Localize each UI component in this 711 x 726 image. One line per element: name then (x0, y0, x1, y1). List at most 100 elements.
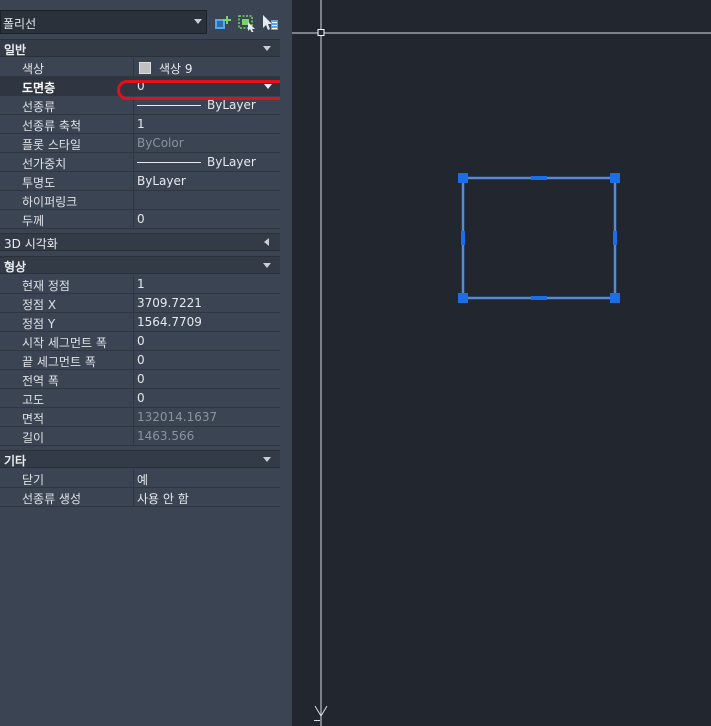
column-divider (133, 294, 134, 313)
property-label: 전역 폭 (22, 374, 59, 388)
property-row[interactable]: 색상 색상 9 (0, 58, 280, 77)
property-value[interactable]: 0 (137, 212, 145, 226)
drawing-canvas[interactable] (292, 0, 711, 726)
property-value-text: 1564.7709 (137, 315, 202, 329)
property-row[interactable]: 정점 X 3709.7221 (0, 294, 280, 313)
section-title: 일반 (4, 43, 27, 57)
property-label: 도면층 (22, 81, 56, 95)
vertex-grip[interactable] (610, 173, 620, 183)
column-divider (133, 408, 134, 427)
column-divider (133, 210, 134, 229)
property-value[interactable]: 0 (137, 391, 145, 405)
property-value[interactable]: 1564.7709 (137, 315, 202, 329)
property-value[interactable]: 예 (137, 471, 148, 488)
property-value-text: 0 (137, 391, 145, 405)
midpoint-grip[interactable] (531, 296, 547, 300)
property-label: 고도 (22, 393, 45, 407)
column-divider (133, 488, 134, 507)
property-value[interactable]: 3709.7221 (137, 296, 202, 310)
property-label: 하이퍼링크 (22, 195, 78, 209)
property-label: 선종류 (22, 100, 56, 114)
property-row[interactable]: 하이퍼링크 (0, 191, 280, 210)
property-row[interactable]: 선종류 생성 사용 안 함 (0, 488, 280, 507)
property-value-text: 예 (137, 473, 149, 487)
section-title: 3D 시각화 (4, 237, 58, 251)
property-value[interactable]: 1 (137, 117, 145, 131)
chevron-left-icon[interactable] (264, 238, 269, 246)
column-divider (133, 389, 134, 408)
ucs-axis-mark (314, 720, 320, 721)
property-row[interactable]: 선종류 축척 1 (0, 115, 280, 134)
property-row[interactable]: 두께 0 (0, 210, 280, 229)
toggle-pickadd-icon[interactable] (260, 14, 280, 32)
property-row[interactable]: 끝 세그먼트 폭 0 (0, 351, 280, 370)
select-objects-icon[interactable] (237, 14, 257, 32)
vertex-grip[interactable] (458, 173, 468, 183)
property-row[interactable]: 면적 132014.1637 (0, 408, 280, 427)
object-type-dropdown[interactable]: 폴리선 (0, 10, 207, 34)
property-row[interactable]: 시작 세그먼트 폭 0 (0, 332, 280, 351)
chevron-down-icon[interactable] (263, 457, 271, 462)
pickbox-icon (317, 29, 325, 36)
property-value[interactable]: 1 (137, 277, 145, 291)
property-row[interactable]: 선가중치 ByLayer (0, 153, 280, 172)
column-divider (133, 370, 134, 389)
property-value[interactable]: 0 (137, 353, 145, 367)
property-value[interactable]: 0 (137, 334, 145, 348)
column-divider (133, 469, 134, 488)
property-value-text: 0 (137, 353, 145, 367)
property-value-text: 3709.7221 (137, 296, 202, 310)
property-value-text: 색상 9 (159, 62, 193, 76)
column-divider (133, 115, 134, 134)
section-general-header[interactable]: 일반 (0, 39, 280, 57)
section-misc-header[interactable]: 기타 (0, 450, 280, 468)
property-value-text: 0 (137, 212, 145, 226)
property-value[interactable]: ByLayer (137, 155, 256, 169)
property-value[interactable]: 0 (137, 372, 145, 386)
chevron-down-icon[interactable] (263, 46, 271, 51)
vertex-grip[interactable] (610, 293, 620, 303)
column-divider (133, 275, 134, 294)
column-divider (133, 153, 134, 172)
column-divider (133, 313, 134, 332)
midpoint-grip[interactable] (613, 231, 617, 245)
property-value[interactable]: ByColor (137, 136, 184, 150)
property-label: 길이 (22, 431, 45, 445)
selected-polyline-rectangle[interactable] (461, 176, 617, 300)
properties-palette: 폴리선 일반 색상 색상 9 도면층 0 선종류 ByLayer 선종류 축척 1 플롯 스타일… (0, 0, 295, 726)
section-3d-visualization-header[interactable]: 3D 시각화 (0, 233, 280, 251)
property-value-text: ByLayer (207, 155, 256, 169)
property-value-text: 0 (137, 372, 145, 386)
property-value[interactable]: ByLayer (137, 98, 256, 112)
property-label: 플롯 스타일 (22, 138, 82, 152)
column-divider (133, 58, 134, 77)
section-title: 형상 (4, 260, 27, 274)
section-geometry-header[interactable]: 형상 (0, 256, 280, 274)
property-value[interactable]: ByLayer (137, 174, 186, 188)
midpoint-grip[interactable] (461, 231, 465, 245)
property-value-text: 0 (137, 334, 145, 348)
midpoint-grip[interactable] (531, 176, 547, 180)
property-row[interactable]: 닫기 예 (0, 469, 280, 488)
property-row[interactable]: 현재 정점 1 (0, 275, 280, 294)
property-row[interactable]: 전역 폭 0 (0, 370, 280, 389)
chevron-down-icon (194, 19, 202, 24)
property-value-text: ByLayer (137, 174, 186, 188)
property-value[interactable]: 색상 9 (137, 60, 193, 77)
property-label: 끝 세그먼트 폭 (22, 355, 96, 369)
property-value[interactable]: 132014.1637 (137, 410, 217, 424)
quick-select-icon[interactable] (213, 14, 233, 32)
property-value[interactable]: 사용 안 함 (137, 490, 189, 507)
canvas-drawing (292, 0, 711, 726)
property-value[interactable]: 1463.566 (137, 429, 194, 443)
property-row[interactable]: 투명도 ByLayer (0, 172, 280, 191)
property-row[interactable]: 길이 1463.566 (0, 427, 280, 446)
property-row[interactable]: 정점 Y 1564.7709 (0, 313, 280, 332)
chevron-down-icon[interactable] (263, 263, 271, 268)
property-value-text: 1 (137, 117, 145, 131)
vertex-grip[interactable] (458, 293, 468, 303)
property-label: 현재 정점 (22, 279, 70, 293)
property-row[interactable]: 고도 0 (0, 389, 280, 408)
property-label: 두께 (22, 214, 45, 228)
property-row[interactable]: 플롯 스타일 ByColor (0, 134, 280, 153)
